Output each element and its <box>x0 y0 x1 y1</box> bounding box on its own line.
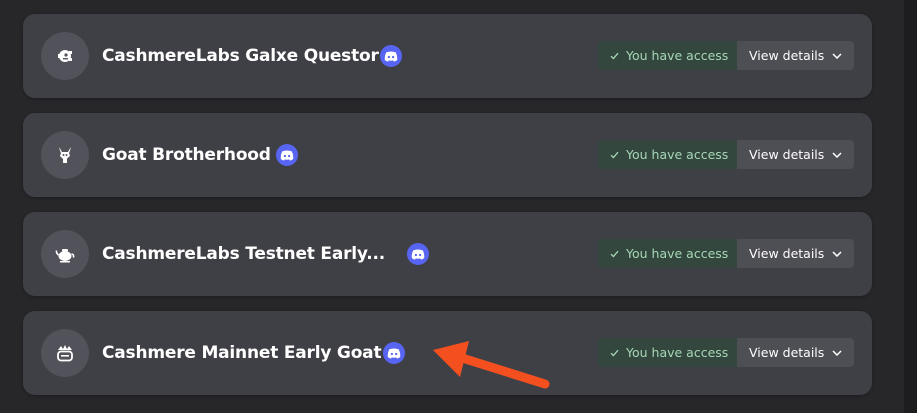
teapot-icon <box>41 230 89 278</box>
chevron-down-icon <box>832 52 842 59</box>
view-details-button[interactable]: View details <box>737 41 854 70</box>
access-label: You have access <box>626 246 729 261</box>
robot-fish-icon <box>41 32 89 80</box>
access-button-group: You have access View details <box>598 140 854 169</box>
access-button-group: You have access View details <box>598 41 854 70</box>
details-label: View details <box>749 48 825 63</box>
discord-icon[interactable] <box>276 144 298 166</box>
access-badge: You have access <box>598 338 737 367</box>
view-details-button[interactable]: View details <box>737 239 854 268</box>
access-button-group: You have access View details <box>598 338 854 367</box>
view-details-button[interactable]: View details <box>737 338 854 367</box>
role-card: Goat Brotherhood You have access View de… <box>23 113 872 197</box>
details-label: View details <box>749 345 825 360</box>
access-label: You have access <box>626 345 729 360</box>
access-label: You have access <box>626 48 729 63</box>
role-title: CashmereLabs Galxe Questor <box>102 46 379 66</box>
discord-icon[interactable] <box>383 342 405 364</box>
chevron-down-icon <box>832 151 842 158</box>
check-icon <box>610 250 619 258</box>
access-label: You have access <box>626 147 729 162</box>
role-title: CashmereLabs Testnet Early... <box>102 244 386 264</box>
access-badge: You have access <box>598 41 737 70</box>
chevron-down-icon <box>832 250 842 257</box>
check-icon <box>610 52 619 60</box>
access-button-group: You have access View details <box>598 239 854 268</box>
red-arrow-icon <box>425 338 555 398</box>
details-label: View details <box>749 147 825 162</box>
role-card: CashmereLabs Testnet Early... You have a… <box>23 212 872 296</box>
access-badge: You have access <box>598 239 737 268</box>
chevron-down-icon <box>832 349 842 356</box>
discord-icon[interactable] <box>380 45 402 67</box>
goat-icon <box>41 131 89 179</box>
role-card: CashmereLabs Galxe Questor You have acce… <box>23 14 872 98</box>
role-title: Cashmere Mainnet Early Goat <box>102 343 382 363</box>
discord-icon[interactable] <box>407 243 429 265</box>
details-label: View details <box>749 246 825 261</box>
access-badge: You have access <box>598 140 737 169</box>
check-icon <box>610 151 619 159</box>
scrollbar-track <box>904 0 917 413</box>
check-icon <box>610 349 619 357</box>
role-title: Goat Brotherhood <box>102 145 271 165</box>
crown-box-icon <box>41 329 89 377</box>
view-details-button[interactable]: View details <box>737 140 854 169</box>
